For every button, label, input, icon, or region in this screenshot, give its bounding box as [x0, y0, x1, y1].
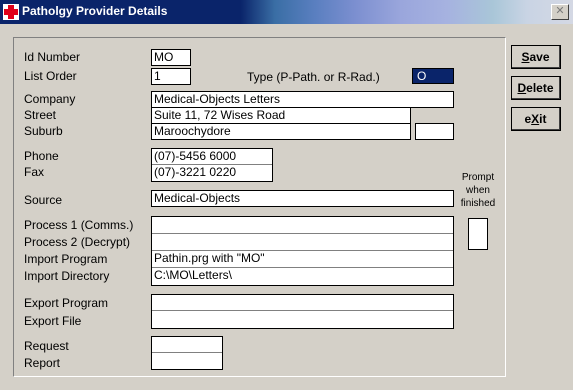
request-label: Request [24, 339, 69, 353]
process2-field[interactable] [152, 234, 453, 251]
id-number-field[interactable]: MO [151, 49, 191, 66]
company-field[interactable]: Medical-Objects Letters [151, 91, 454, 108]
type-label: Type (P-Path. or R-Rad.) [247, 70, 380, 84]
suburb-label: Suburb [24, 124, 63, 138]
phone-field[interactable]: (07)-5456 6000 [152, 149, 272, 165]
street-label: Street [24, 108, 57, 122]
title-bar[interactable]: Patholgy Provider Details ✕ [0, 0, 573, 24]
fax-label: Fax [24, 165, 45, 179]
close-button[interactable]: ✕ [551, 4, 569, 20]
process1-field[interactable] [152, 217, 453, 234]
phone-fax-group: (07)-5456 6000 (07)-3221 0220 [151, 148, 273, 182]
phone-label: Phone [24, 149, 59, 163]
id-number-label: Id Number [24, 50, 81, 64]
save-button[interactable]: Save [511, 45, 561, 69]
import-program-field[interactable]: Pathin.prg with "MO" [152, 251, 453, 268]
report-label: Report [24, 356, 61, 370]
import-program-label: Import Program [24, 252, 108, 266]
request-report-group [151, 336, 223, 370]
process-import-group: Pathin.prg with "MO" C:\MO\Letters\ [151, 216, 454, 286]
export-program-label: Export Program [24, 296, 109, 310]
import-directory-label: Import Directory [24, 269, 110, 283]
report-field[interactable] [152, 353, 222, 369]
process1-label: Process 1 (Comms.) [24, 218, 134, 232]
export-file-field[interactable] [152, 311, 453, 327]
request-field[interactable] [152, 337, 222, 353]
delete-button[interactable]: Delete [511, 76, 561, 100]
fax-field[interactable]: (07)-3221 0220 [152, 165, 272, 181]
prompt-when-finished-label: Prompt when finished [460, 172, 496, 209]
postcode-field[interactable] [415, 123, 454, 140]
exit-button[interactable]: eXit [511, 107, 561, 131]
prompt-when-finished-field[interactable] [468, 218, 488, 250]
window-title: Patholgy Provider Details [22, 4, 168, 18]
export-file-label: Export File [24, 314, 82, 328]
suburb-field[interactable]: Maroochydore [151, 123, 411, 140]
source-field[interactable]: Medical-Objects [151, 190, 454, 207]
red-cross-icon [3, 4, 19, 20]
source-label: Source [24, 193, 63, 207]
company-label: Company [24, 92, 76, 106]
type-field[interactable]: O [412, 68, 454, 84]
export-group [151, 294, 454, 329]
list-order-label: List Order [24, 69, 77, 83]
list-order-field[interactable]: 1 [151, 68, 191, 85]
street-field[interactable]: Suite 11, 72 Wises Road [151, 107, 411, 124]
export-program-field[interactable] [152, 295, 453, 311]
process2-label: Process 2 (Decrypt) [24, 235, 131, 249]
import-directory-field[interactable]: C:\MO\Letters\ [152, 268, 453, 285]
